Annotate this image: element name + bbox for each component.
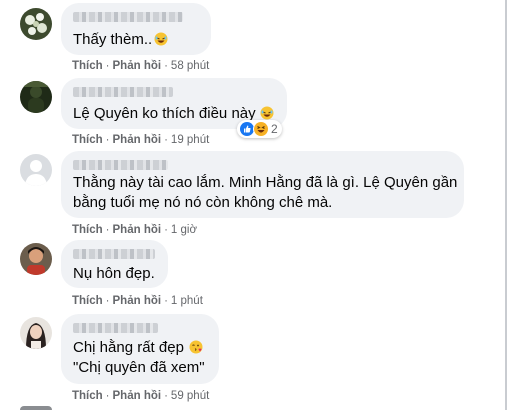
kissing-heart-emoji-icon <box>189 340 203 354</box>
comment-bubble: Chị hằng rất đẹp "Chị quyên đã xem" <box>61 314 219 384</box>
commenter-name-blurred[interactable] <box>73 323 158 333</box>
next-comment-avatar-partial <box>20 406 52 410</box>
like-button[interactable]: Thích <box>72 295 103 307</box>
reaction-count: 2 <box>271 122 278 136</box>
comment-timestamp[interactable]: 1 giờ <box>171 224 197 236</box>
laughing-emoji-icon <box>260 106 274 120</box>
haha-reaction-icon <box>253 121 269 137</box>
commenter-name-blurred[interactable] <box>73 87 173 97</box>
like-button[interactable]: Thích <box>72 390 103 402</box>
comment-item: Chị hằng rất đẹp "Chị quyên đã xem" Thíc… <box>0 310 505 410</box>
comment-bubble: Thằng này tài cao lắm. Minh Hằng đã là g… <box>61 151 464 218</box>
avatar[interactable] <box>20 81 52 113</box>
comment-actions: Thích · Phản hồi · 1 phút <box>72 295 203 307</box>
reply-button[interactable]: Phản hồi <box>113 390 162 402</box>
like-button[interactable]: Thích <box>72 134 103 146</box>
comment-actions: Thích · Phản hồi · 59 phút <box>72 390 210 402</box>
commenter-name-blurred[interactable] <box>73 249 155 259</box>
commenter-name-blurred[interactable] <box>73 12 183 22</box>
comment-item: Lệ Quyên ko thích điều này 2 Thích · Phản … <box>0 75 505 150</box>
comment-timestamp[interactable]: 58 phút <box>171 60 209 72</box>
reaction-summary[interactable]: 2 <box>237 120 282 138</box>
comment-actions: Thích · Phản hồi · 19 phút <box>72 134 210 146</box>
avatar[interactable] <box>20 154 52 186</box>
comment-text-line: Chị hằng rất đẹp <box>73 338 203 358</box>
avatar[interactable] <box>20 243 52 275</box>
comment-timestamp[interactable]: 1 phút <box>171 295 203 307</box>
like-button[interactable]: Thích <box>72 60 103 72</box>
comment-actions: Thích · Phản hồi · 58 phút <box>72 60 210 72</box>
comment-bubble: Nụ hôn đẹp. <box>61 240 168 288</box>
avatar[interactable] <box>20 8 52 40</box>
comment-bubble: Thấy thèm.. <box>61 3 211 55</box>
comment-text-line: Thằng này tài cao lắm. Minh Hằng đã là g… <box>73 174 458 191</box>
comment-item: Thấy thèm.. Thích · Phản hồi · 58 phút <box>0 0 505 75</box>
comment-actions: Thích · Phản hồi · 1 giờ <box>72 224 198 236</box>
reply-button[interactable]: Phản hồi <box>113 60 162 72</box>
laughing-emoji-icon <box>154 32 168 46</box>
comment-item: Thằng này tài cao lắm. Minh Hằng đã là g… <box>0 150 505 238</box>
comment-text-line: "Chị quyên đã xem" <box>73 359 205 376</box>
avatar[interactable] <box>20 317 52 349</box>
comment-timestamp[interactable]: 59 phút <box>171 390 209 402</box>
comment-timestamp[interactable]: 19 phút <box>171 134 209 146</box>
reply-button[interactable]: Phản hồi <box>113 224 162 236</box>
reply-button[interactable]: Phản hồi <box>113 134 162 146</box>
commenter-name-blurred[interactable] <box>73 160 168 170</box>
comment-text: Nụ hôn đẹp. <box>73 265 155 282</box>
like-button[interactable]: Thích <box>72 224 103 236</box>
reply-button[interactable]: Phản hồi <box>113 295 162 307</box>
comment-text: Thấy thèm.. <box>73 30 168 50</box>
comment-text-line: bằng tuổi mẹ nó nó còn không chê mà. <box>73 194 333 211</box>
comment-item: Nụ hôn đẹp. Thích · Phản hồi · 1 phút <box>0 238 505 310</box>
